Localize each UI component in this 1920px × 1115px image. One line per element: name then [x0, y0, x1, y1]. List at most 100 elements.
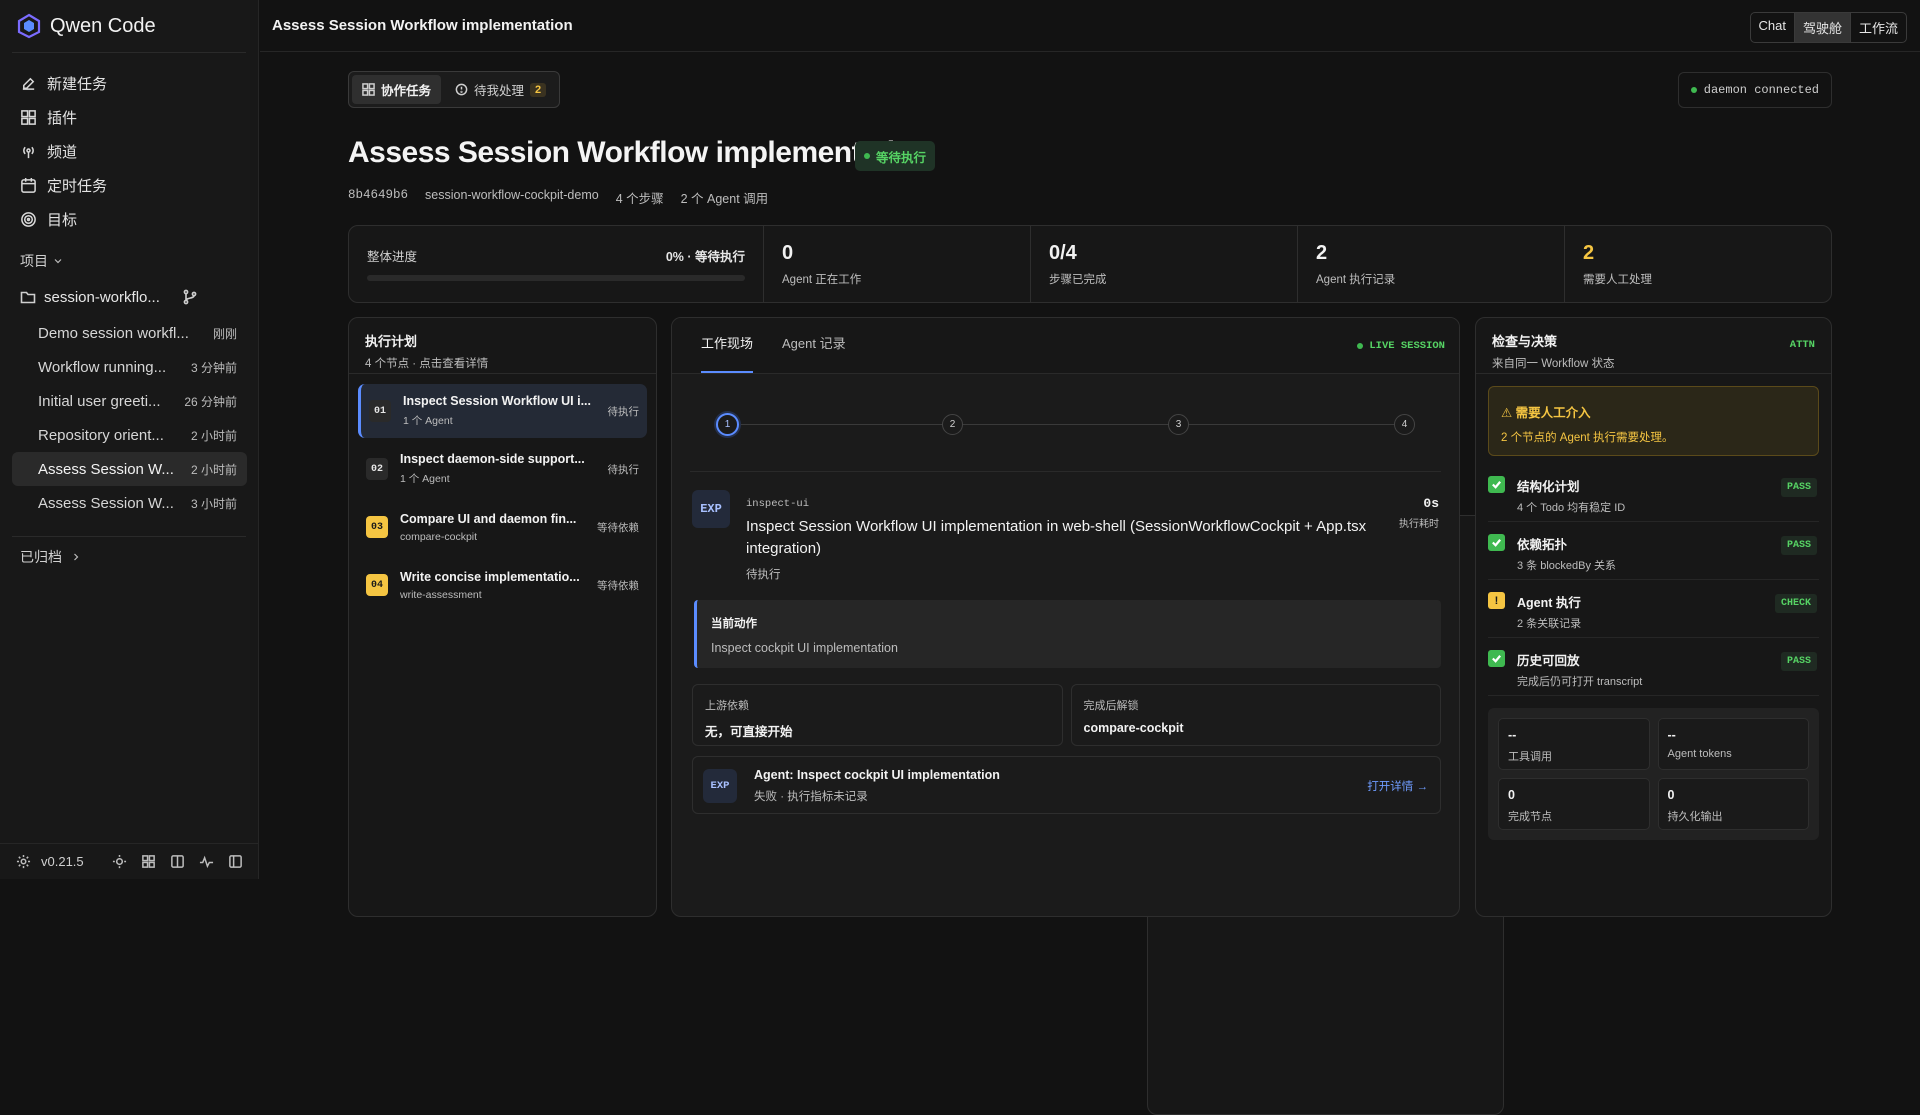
tab-collab-tasks[interactable]: 协作任务 [352, 75, 442, 104]
workflow-name: session-workflow-cockpit-demo [425, 188, 599, 202]
check-title: 依赖拓扑 [1517, 538, 1568, 552]
progress-label: 整体进度 [367, 250, 418, 264]
tab-label: 待我处理 [474, 84, 525, 98]
check-sub: 完成后仍可打开 transcript [1517, 676, 1643, 688]
timeline-node[interactable]: 2 [942, 414, 963, 435]
activity-icon[interactable] [199, 854, 214, 869]
plan-step[interactable]: 03 Compare UI and daemon fin... compare-c… [358, 500, 647, 554]
session-item[interactable]: Assess Session W... 3 小时前 [12, 486, 247, 520]
plan-step[interactable]: 02 Inspect daemon-side support... 1 个 Age… [358, 442, 647, 496]
session-item[interactable]: Initial user greeti... 26 分钟前 [12, 384, 247, 418]
nav-new-task[interactable]: 新建任务 [12, 66, 247, 100]
check-item: 依赖拓扑 3 条 blockedBy 关系 PASS [1488, 522, 1819, 580]
brand[interactable]: Qwen Code [16, 12, 156, 40]
timeline-node[interactable]: 4 [1394, 414, 1415, 435]
git-branch-icon[interactable] [182, 289, 198, 305]
plan-step[interactable]: 01 Inspect Session Workflow UI i... 1 个 A… [358, 384, 647, 438]
step-sub: 1 个 Agent [403, 415, 453, 427]
settings-icon[interactable] [16, 854, 31, 869]
projects-label[interactable]: 项目 [20, 251, 48, 271]
tab-agent-log[interactable]: Agent 记录 [782, 333, 846, 373]
session-item[interactable]: Demo session workfl... 刚刚 [12, 316, 247, 350]
app-name: Qwen Code [50, 14, 156, 37]
view-chat-button[interactable]: Chat [1751, 13, 1794, 42]
topbar-title: Assess Session Workflow implementation [272, 17, 573, 34]
stat-value: 2 [1316, 242, 1328, 264]
metric-label: Agent tokens [1667, 748, 1732, 760]
split-view-icon[interactable] [170, 854, 185, 869]
stat-label: Agent 执行记录 [1316, 274, 1396, 286]
topbar: Assess Session Workflow implementation C… [260, 0, 1920, 52]
folder-icon [20, 291, 36, 304]
main-nav: 新建任务 插件 频道 定时任务 目标 [12, 66, 247, 236]
check-title: 历史可回放 [1517, 654, 1580, 668]
view-workflow-button[interactable]: 工作流 [1849, 13, 1906, 42]
metric-card: 0 完成节点 [1498, 778, 1650, 830]
progress-card: 整体进度 0% · 等待执行 [349, 226, 763, 302]
check-tag: PASS [1780, 478, 1817, 497]
tab-label: 协作任务 [381, 84, 432, 98]
session-item[interactable]: Workflow running... 3 分钟前 [12, 350, 247, 384]
tab-workspace[interactable]: 工作现场 [701, 333, 754, 373]
nav-label: 新建任务 [47, 75, 108, 93]
session-item-active[interactable]: Assess Session W... 2 小时前 [12, 452, 247, 486]
upstream-dependency: 上游依赖 无，可直接开始 [692, 684, 1063, 746]
nav-channels[interactable]: 频道 [12, 134, 247, 168]
target-icon [21, 211, 36, 227]
progress-bar [367, 275, 745, 281]
project-folder[interactable]: session-workflo... [20, 285, 242, 309]
status-badge: 等待执行 [855, 141, 936, 171]
live-label: LIVE SESSION [1369, 340, 1445, 352]
stat-value: 0/4 [1049, 242, 1077, 264]
view-cockpit-button[interactable]: 驾驶舱 [1793, 13, 1850, 42]
live-session-indicator: LIVE SESSION [1357, 340, 1445, 352]
archived-label: 已归档 [20, 549, 62, 565]
status-dot-icon [1690, 87, 1697, 93]
step-number: 01 [369, 400, 391, 422]
session-title: Assess Session W... [38, 460, 174, 478]
projects-header: 项目 [20, 250, 1504, 1115]
timeline-node[interactable]: 3 [1168, 414, 1189, 435]
stats-bar: 整体进度 0% · 等待执行 0 Agent 正在工作 0/4 步骤已完成 2 Age… [348, 225, 1832, 303]
open-details-link[interactable]: 打开详情 → [1367, 778, 1428, 794]
alert-text: 2 个节点的 Agent 执行需要处理。 [1501, 432, 1674, 444]
nav-plugins[interactable]: 插件 [12, 100, 247, 134]
archived-toggle[interactable]: 已归档 [20, 547, 82, 567]
tab-pending[interactable]: 待我处理 2 [445, 75, 556, 104]
step-number: 04 [366, 574, 388, 596]
plan-step[interactable]: 04 Write concise implementatio... write-a… [358, 558, 647, 612]
task-kind: inspect-ui [746, 498, 810, 510]
status-dot-icon [864, 153, 870, 159]
session-time: 刚刚 [212, 326, 237, 341]
step-number: 02 [366, 458, 388, 480]
step-title: Inspect daemon-side support... [400, 452, 585, 466]
sidebar: Qwen Code 新建任务 插件 频道 定时任务 目标 项目 session-… [0, 0, 1504, 1115]
agent-type-badge: EXP [703, 769, 737, 803]
current-task: EXP inspect-ui Inspect Session Workflow … [690, 472, 1441, 586]
metric-value: -- [1508, 728, 1517, 742]
chevron-down-icon[interactable] [52, 255, 64, 267]
nav-scheduled[interactable]: 定时任务 [12, 168, 247, 202]
stat-label: Agent 正在工作 [782, 274, 862, 286]
timeline-node-active[interactable]: 1 [716, 413, 739, 436]
session-item[interactable]: Repository orient... 2 小时前 [12, 418, 247, 452]
task-title: Inspect Session Workflow UI implementati… [746, 518, 1367, 557]
check-icon [1488, 476, 1505, 493]
step-title: Compare UI and daemon fin... [400, 511, 577, 526]
agent-status: 失败 · 执行指标未记录 [754, 791, 868, 803]
check-item: ! Agent 执行 2 条关联记录 CHECK [1488, 580, 1819, 638]
sidebar-toggle-icon[interactable] [228, 854, 243, 869]
check-sub: 4 个 Todo 均有稳定 ID [1517, 502, 1626, 514]
unlocks-on-complete: 完成后解锁 compare-cockpit [1070, 684, 1441, 746]
check-item: 历史可回放完成后仍可打开 transcript PASS [1488, 638, 1819, 696]
timeline-line [728, 424, 1401, 425]
session-list: Demo session workfl... 刚刚 Workflow runnin… [12, 316, 247, 520]
session-time: 3 小时前 [190, 496, 237, 511]
grid-icon[interactable] [141, 854, 156, 869]
theme-sun-icon[interactable] [112, 854, 127, 869]
nav-goals[interactable]: 目标 [12, 202, 247, 236]
check-tag: PASS [1780, 652, 1817, 671]
check-sub: 3 条 blockedBy 关系 [1517, 560, 1617, 572]
live-dot-icon [1357, 343, 1364, 349]
step-timeline: 1 2 3 4 [690, 374, 1441, 472]
